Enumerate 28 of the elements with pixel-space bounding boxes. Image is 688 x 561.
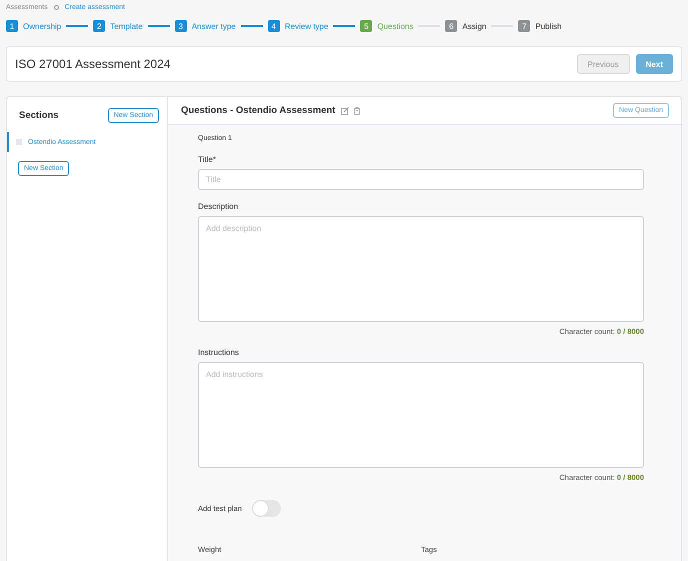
edit-icon[interactable] [341, 106, 350, 114]
step-label[interactable]: Template [110, 22, 143, 30]
questions-title: Questions - Ostendio Assessment [181, 105, 336, 116]
step-label[interactable]: Questions [377, 22, 414, 30]
field-label: Instructions [198, 348, 240, 357]
field-label: Title* [198, 155, 217, 164]
assessment-title: ISO 27001 Assessment 2024 [15, 57, 172, 71]
step-number: 3 [174, 20, 187, 32]
step-number: 5 [360, 20, 372, 32]
step-number: 2 [93, 20, 106, 32]
text-area-field[interactable]: Add description [198, 216, 644, 322]
step-label[interactable]: Assign [462, 22, 486, 30]
step-label[interactable]: Review type [284, 22, 328, 30]
text-area-field[interactable]: Add instructions [198, 362, 644, 468]
step-label[interactable]: Ownership [23, 22, 62, 30]
step-number: 4 [268, 20, 280, 32]
step-number: 6 [445, 20, 458, 32]
title-field[interactable]: Title [198, 169, 644, 190]
trash-icon[interactable] [353, 106, 362, 114]
field-label: Description [198, 202, 240, 211]
drag-handle-icon[interactable] [16, 139, 22, 145]
step-label[interactable]: Answer type [192, 22, 236, 30]
step-number: 7 [518, 20, 530, 32]
sections-title: Sections [19, 110, 59, 120]
step-number: 1 [6, 20, 18, 32]
separator-icon [54, 4, 59, 10]
step-label[interactable]: Publish [535, 22, 562, 30]
toggle-switch[interactable] [252, 500, 281, 517]
